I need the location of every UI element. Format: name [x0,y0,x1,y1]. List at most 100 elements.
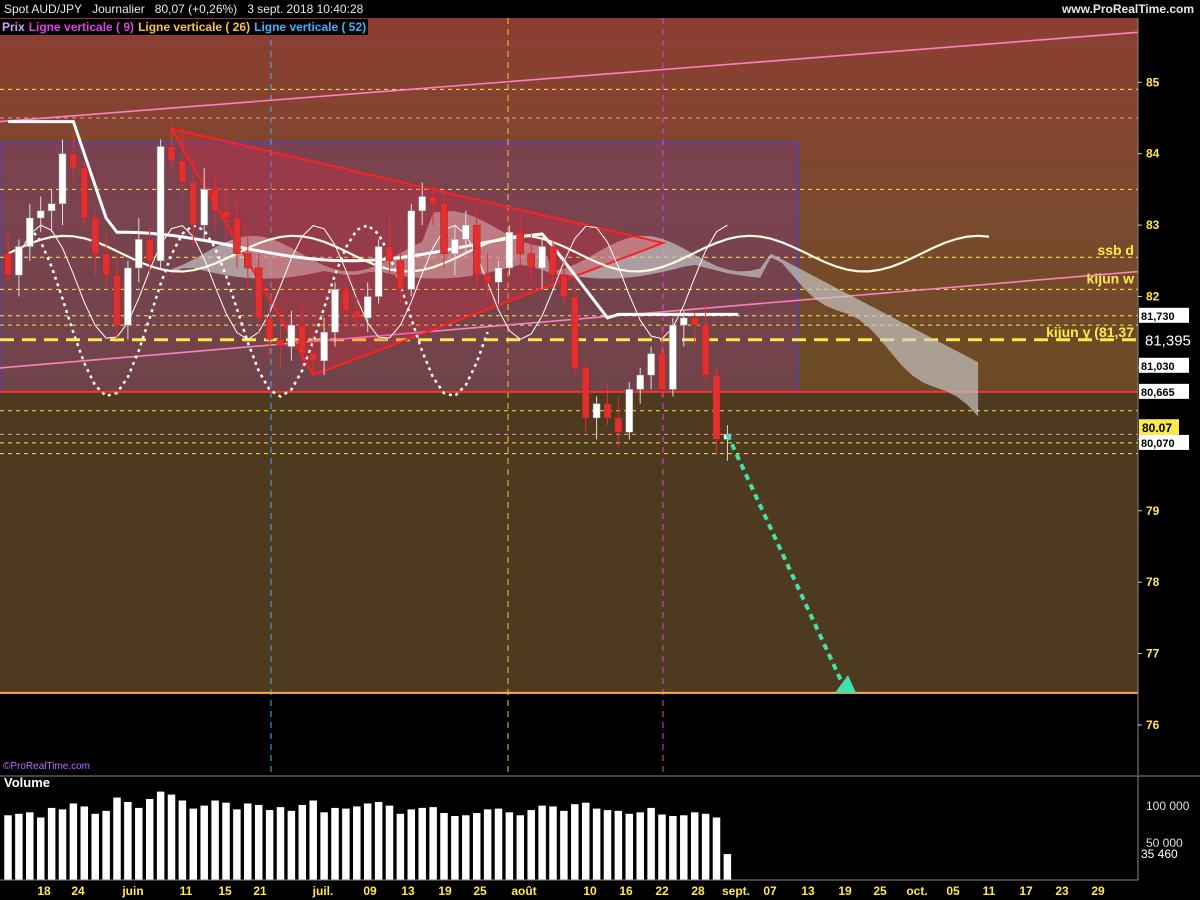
candle-body [374,246,383,297]
candle-body [145,239,154,262]
volume-bar [690,811,699,881]
volume-bar [58,808,67,881]
candle-body [178,160,187,183]
volume-bar [199,805,209,881]
volume-bar [505,811,514,881]
volume-bar [374,801,383,881]
volume-bar [701,813,710,881]
x-tick-label: 07 [763,884,777,898]
x-tick-label: 11 [983,884,996,898]
legend-item-vline-52[interactable]: Ligne verticale ( 52) [252,20,368,34]
candle-body [625,389,634,433]
candle-body [189,182,198,226]
volume-bar [526,809,536,881]
volume-bar [189,808,198,881]
x-tick-label: 22 [655,884,669,898]
volume-bar [407,808,416,881]
y-tick-label: 84 [1146,147,1160,161]
volume-bar [581,802,590,881]
y-tick-label: 82 [1146,290,1160,304]
x-tick-label: 15 [218,884,232,898]
candle-body [4,253,12,276]
x-tick-label: 23 [1055,884,1069,898]
x-tick-label: 17 [1019,884,1033,898]
volume-bar [25,811,35,881]
candle-body [265,317,274,340]
volume-bar [614,810,623,881]
site-name[interactable]: www.ProRealTime.com [1062,0,1194,18]
candle-body [527,253,535,269]
price-label-4: 80.07 [1142,421,1172,435]
candle-body [647,353,655,376]
volume-bar [167,794,176,881]
datetime: 3 sept. 2018 10:40:28 [247,2,364,16]
candle-body [385,246,394,262]
volume-bar [14,813,24,881]
x-tick-label: 16 [619,884,633,898]
price-label-3: 80,665 [1141,387,1175,399]
volume-bar [592,808,601,881]
timeframe[interactable]: Journalier [92,2,145,16]
candle-body [15,246,23,276]
volume-bar [3,814,13,881]
x-tick-label: 13 [801,884,815,898]
x-tick-label: 24 [71,884,85,898]
candle-body [505,231,514,269]
volume-bar [679,814,689,881]
volume-bar [308,799,318,881]
candle-body [200,189,208,226]
price-label-5: 80,070 [1141,438,1175,450]
chart-canvas[interactable]: 7677787980818283848581,73081,39581,03080… [0,0,1200,900]
x-tick-label: 09 [363,884,377,898]
legend-item-price[interactable]: Prix [0,20,27,34]
volume-bar [145,798,154,881]
volume-bar [625,813,634,881]
candle-body [309,353,317,362]
candle-body [113,274,121,326]
volume-bar [461,814,471,881]
volume-bar [341,808,351,881]
y-tick-label: 76 [1146,718,1160,732]
black-band [0,692,1138,775]
candle-body [69,153,78,169]
candle-body [363,296,372,319]
candle-body [472,224,481,276]
candle-body [701,324,710,376]
legend-item-vline-26[interactable]: Ligne verticale ( 26) [136,20,252,34]
candle-body [483,274,492,283]
volume-bar [156,791,165,881]
candle-body [320,331,328,362]
volume-bar [287,810,296,881]
volume-bar [668,815,678,881]
volume-tick-0: 100 000 [1146,799,1190,813]
y-tick-label: 83 [1146,218,1160,232]
x-tick-label: 10 [583,884,597,898]
header-info: Spot AUD/JPY Journalier 80,07 (+0,26%) 3… [4,0,363,18]
x-tick-label: 11 [180,884,193,898]
candle-body [690,317,699,326]
candle-body [603,403,612,419]
x-tick-label: août [511,884,536,898]
volume-title: Volume [4,775,50,790]
candle-body [124,267,132,326]
volume-bar [276,806,285,881]
volume-bar [243,802,253,881]
volume-bar [516,814,525,881]
candle-body [167,146,176,162]
candle-body [538,246,546,269]
volume-bar [537,805,547,881]
volume-bar [635,811,645,881]
volume-bar [548,805,558,881]
volume-bar [90,813,100,881]
legend-item-vline-9[interactable]: Ligne verticale ( 9) [27,20,136,34]
candle-body [494,267,503,283]
volume-bar [559,810,569,881]
volume-bar [319,811,329,881]
candle-body [516,231,525,254]
candle-body [91,217,99,254]
volume-bar [69,802,78,881]
volume-bar [254,804,263,881]
candle-body [429,196,437,204]
x-tick-label: 19 [838,884,852,898]
candle-body [254,267,263,319]
